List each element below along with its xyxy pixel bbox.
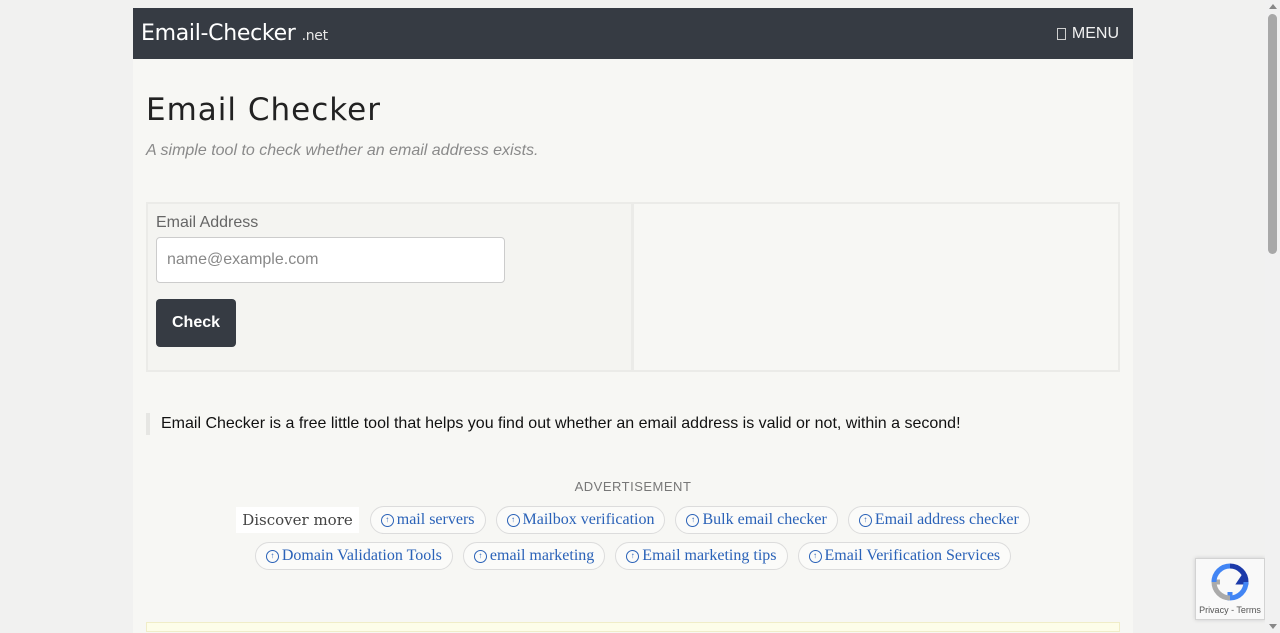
arrow-circle-icon: ↑ <box>265 549 279 563</box>
discover-more-section: Discover more ↑ mail servers ↑ Mailbox veri… <box>146 506 1120 570</box>
recaptcha-privacy-link[interactable]: Privacy <box>1199 605 1229 615</box>
recaptcha-badge[interactable]: Privacy - Terms <box>1195 558 1265 620</box>
arrow-circle-icon: ↑ <box>808 549 822 563</box>
discover-row-2: ↑ Domain Validation Tools ↑ email marketing… <box>254 542 1012 570</box>
scroll-thumb[interactable] <box>1268 14 1277 254</box>
brand-name: Email-Checker <box>141 21 296 46</box>
discover-chip[interactable]: ↑ Mailbox verification <box>495 506 666 534</box>
check-button[interactable]: Check <box>156 299 236 347</box>
scroll-up-arrow[interactable] <box>1269 4 1277 9</box>
arrow-circle-icon: ↑ <box>686 513 700 527</box>
discover-chip[interactable]: ↑ Email marketing tips <box>615 542 788 570</box>
discover-chip-label: Email address checker <box>874 511 1019 528</box>
scroll-down-arrow[interactable] <box>1269 624 1277 629</box>
discover-chip-label: Bulk email checker <box>702 511 827 528</box>
email-label: Email Address <box>156 214 259 231</box>
advertisement-label: ADVERTISEMENT <box>574 479 692 494</box>
menu-icon <box>1056 27 1066 40</box>
arrow-circle-icon: ↑ <box>506 513 520 527</box>
page-container: Email-Checker .net MENU Email Checker A … <box>133 8 1133 633</box>
description-quote: Email Checker is a free little tool that… <box>146 413 1120 435</box>
arrow-circle-icon: ↑ <box>473 549 487 563</box>
discover-chip[interactable]: ↑ Email Verification Services <box>797 542 1012 570</box>
discover-row-1: Discover more ↑ mail servers ↑ Mailbox veri… <box>236 506 1030 534</box>
discover-chip[interactable]: ↑ mail servers <box>369 506 486 534</box>
checker-tool: Email Address Check <box>146 202 1120 372</box>
arrow-circle-icon: ↑ <box>858 513 872 527</box>
top-navbar: Email-Checker .net MENU <box>133 8 1133 59</box>
result-panel <box>633 202 1120 372</box>
discover-chip[interactable]: ↑ email marketing <box>462 542 606 570</box>
menu-button[interactable]: MENU <box>1056 24 1119 43</box>
site-logo[interactable]: Email-Checker .net <box>141 21 328 46</box>
discover-chip[interactable]: ↑ Bulk email checker <box>675 506 838 534</box>
notice-box <box>146 622 1120 632</box>
recaptcha-terms-link[interactable]: Terms <box>1236 605 1261 615</box>
arrow-circle-icon: ↑ <box>380 513 394 527</box>
email-input[interactable] <box>156 237 505 283</box>
discover-more-label: Discover more <box>236 507 359 533</box>
discover-chip[interactable]: ↑ Email address checker <box>847 506 1030 534</box>
discover-chip-label: Email marketing tips <box>642 547 777 564</box>
discover-chip-label: email marketing <box>489 547 595 564</box>
menu-label: MENU <box>1071 24 1119 42</box>
brand-tld: .net <box>301 28 329 44</box>
page-scrollbar[interactable] <box>1265 0 1280 633</box>
discover-chip-label: Email Verification Services <box>824 547 1001 564</box>
discover-chip-label: Domain Validation Tools <box>281 547 442 564</box>
discover-chip-label: Mailbox verification <box>522 511 655 528</box>
recaptcha-icon <box>1211 563 1249 601</box>
discover-chip[interactable]: ↑ Domain Validation Tools <box>254 542 453 570</box>
recaptcha-links: Privacy - Terms <box>1199 605 1261 619</box>
checker-form: Email Address Check <box>146 202 633 372</box>
arrow-circle-icon: ↑ <box>626 549 640 563</box>
main-content: Email Checker A simple tool to check whe… <box>133 92 1133 632</box>
page-subtitle: A simple tool to check whether an email … <box>146 142 539 159</box>
page-title: Email Checker <box>146 92 381 128</box>
discover-chip-label: mail servers <box>396 511 475 528</box>
